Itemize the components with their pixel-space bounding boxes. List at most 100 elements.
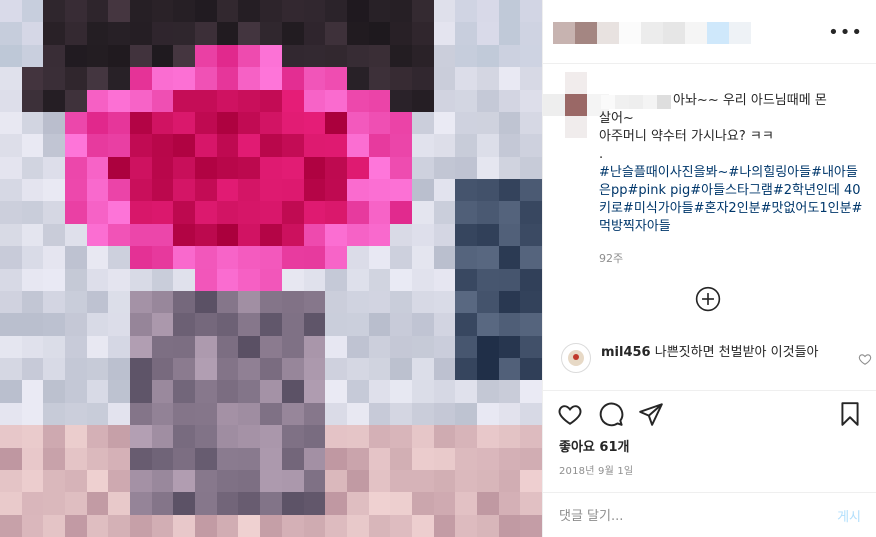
- mosaic-pixel: [433, 447, 456, 470]
- heart-icon[interactable]: [557, 401, 583, 427]
- mosaic-pixel: [325, 313, 347, 336]
- mosaic-pixel: [476, 268, 499, 291]
- mosaic-pixel: [346, 492, 369, 515]
- mosaic-pixel: [433, 246, 456, 269]
- mosaic-pixel: [238, 134, 261, 157]
- mosaic-pixel: [390, 514, 412, 537]
- mosaic-pixel: [281, 89, 304, 112]
- mosaic-pixel: [130, 44, 152, 68]
- mosaic-pixel: [520, 67, 542, 90]
- caption-avatar-blurred[interactable]: [543, 72, 609, 148]
- mosaic-pixel: [216, 402, 239, 426]
- post-comment-button[interactable]: 게시: [837, 506, 861, 525]
- comment-icon[interactable]: [598, 401, 624, 427]
- mosaic-pixel: [43, 44, 66, 68]
- post-photo[interactable]: [0, 0, 542, 537]
- mosaic-pixel: [43, 268, 66, 291]
- commenter-avatar[interactable]: [561, 343, 591, 373]
- caption-line: 아주머니 약수터 가시나요? ㅋㅋ: [599, 129, 774, 144]
- mosaic-pixel: [346, 380, 369, 403]
- mosaic-pixel: [520, 0, 542, 23]
- mosaic-pixel: [281, 22, 304, 45]
- mosaic-pixel: [86, 67, 109, 90]
- mosaic-pixel: [455, 44, 477, 68]
- mosaic-pixel: [433, 514, 456, 537]
- mosaic-pixel: [498, 156, 521, 179]
- mosaic-pixel: [325, 447, 347, 470]
- mosaic-pixel: [346, 89, 369, 112]
- mosaic-pixel: [65, 492, 87, 515]
- mosaic-pixel: [130, 179, 152, 202]
- mosaic-pixel: [303, 380, 326, 403]
- mosaic-pixel: [303, 201, 326, 224]
- mosaic-pixel: [368, 223, 391, 247]
- blurred-username[interactable]: [553, 22, 751, 44]
- mosaic-pixel: [325, 335, 347, 358]
- mosaic-pixel: [498, 246, 521, 269]
- mosaic-pixel: [216, 201, 239, 224]
- mosaic-pixel: [173, 89, 196, 112]
- mosaic-pixel: [43, 201, 66, 224]
- mosaic-pixel: [520, 22, 542, 45]
- mosaic-pixel: [498, 89, 521, 112]
- mosaic-pixel: [0, 358, 22, 381]
- mosaic-pixel: [498, 514, 521, 537]
- mosaic-pixel: [433, 358, 456, 381]
- bookmark-icon[interactable]: [837, 401, 863, 427]
- mosaic-pixel: [390, 0, 412, 23]
- comment-input[interactable]: [559, 505, 809, 527]
- mosaic-pixel: [108, 134, 131, 157]
- mosaic-pixel: [130, 0, 152, 23]
- mosaic-pixel: [476, 514, 499, 537]
- mosaic-pixel: [260, 67, 282, 90]
- mosaic-pixel: [108, 179, 131, 202]
- more-options-icon[interactable]: •••: [828, 22, 863, 43]
- mosaic-pixel: [108, 469, 131, 493]
- mosaic-pixel: [368, 402, 391, 426]
- mosaic-pixel: [411, 246, 434, 269]
- comment-like-heart-icon[interactable]: [858, 352, 872, 366]
- mosaic-pixel: [108, 447, 131, 470]
- mosaic-pixel: [195, 358, 217, 381]
- hashtags[interactable]: #난슬플때이사진을봐~#나의힐링아들#내아들은pp#pink pig#아들스타그…: [599, 164, 865, 236]
- mosaic-pixel: [281, 380, 304, 403]
- mosaic-pixel: [411, 22, 434, 45]
- caption-timestamp: 92주: [599, 252, 624, 265]
- mosaic-pixel: [151, 201, 174, 224]
- mosaic-pixel: [0, 111, 22, 135]
- mosaic-pixel: [520, 358, 542, 381]
- mosaic-pixel: [281, 179, 304, 202]
- mosaic-pixel: [411, 290, 434, 314]
- mosaic-pixel: [498, 22, 521, 45]
- mosaic-pixel: [86, 380, 109, 403]
- mosaic-pixel: [346, 514, 369, 537]
- mosaic-pixel: [0, 469, 22, 493]
- load-more-comments-icon[interactable]: [695, 286, 721, 312]
- mosaic-pixel: [390, 179, 412, 202]
- mosaic-pixel: [368, 268, 391, 291]
- mosaic-pixel: [260, 89, 282, 112]
- commenter-username[interactable]: mil456: [601, 345, 651, 360]
- mosaic-pixel: [130, 402, 152, 426]
- like-count[interactable]: 좋아요 61개: [559, 436, 629, 455]
- send-icon[interactable]: [638, 401, 664, 427]
- mosaic-pixel: [520, 313, 542, 336]
- mosaic-pixel: [303, 313, 326, 336]
- mosaic-pixel: [281, 246, 304, 269]
- mosaic-pixel: [86, 313, 109, 336]
- mosaic-pixel: [433, 44, 456, 68]
- mosaic-pixel: [21, 246, 44, 269]
- mosaic-pixel: [130, 469, 152, 493]
- mosaic-pixel: [238, 290, 261, 314]
- mosaic-pixel: [43, 134, 66, 157]
- mosaic-pixel: [411, 514, 434, 537]
- mosaic-pixel: [368, 89, 391, 112]
- comment-body: 나쁜짓하면 천벌받아 이것들아: [654, 345, 819, 360]
- mosaic-pixel: [303, 492, 326, 515]
- mosaic-pixel: [65, 111, 87, 135]
- mosaic-pixel: [260, 268, 282, 291]
- mosaic-pixel: [325, 246, 347, 269]
- action-section: 좋아요 61개 2018년 9월 1일 게시: [543, 390, 876, 537]
- mosaic-pixel: [86, 22, 109, 45]
- mosaic-pixel: [433, 111, 456, 135]
